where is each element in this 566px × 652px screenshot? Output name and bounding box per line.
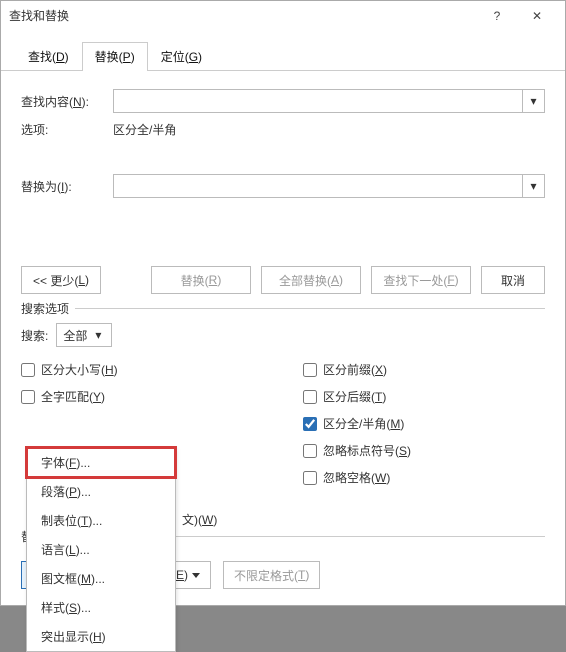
replace-label: 替换为(I): <box>21 178 113 195</box>
find-row: 查找内容(N): ▾ <box>21 89 545 113</box>
chk-ignore-punct[interactable]: 忽略标点符号(S) <box>303 442 545 459</box>
menu-item-tabs[interactable]: 制表位(T)... <box>27 506 175 535</box>
search-direction-select[interactable]: 全部 ▾ <box>56 323 112 347</box>
format-menu: 字体(F)... 段落(P)... 制表位(T)... 语言(L)... 图文框… <box>26 447 176 652</box>
options-label: 选项: <box>21 121 113 138</box>
less-button[interactable]: << 更少(L) <box>21 266 101 294</box>
no-format-button[interactable]: 不限定格式(T) <box>223 561 320 589</box>
chk-match-case[interactable]: 区分大小写(H) <box>21 361 283 378</box>
help-button[interactable]: ? <box>477 2 517 30</box>
menu-item-font[interactable]: 字体(F)... <box>27 448 175 477</box>
find-input[interactable] <box>113 89 523 113</box>
chevron-down-icon <box>192 573 200 578</box>
options-row: 选项: 区分全/半角 <box>21 121 545 138</box>
titlebar: 查找和替换 ? ✕ <box>1 1 565 31</box>
tab-goto[interactable]: 定位(G) <box>148 42 215 71</box>
chk-partial-label: 文)(W) <box>182 511 217 528</box>
content-panel: 查找内容(N): ▾ 选项: 区分全/半角 替换为(I): ▾ << 更少(L) <box>1 71 565 528</box>
replace-all-button[interactable]: 全部替换(A) <box>261 266 361 294</box>
chevron-down-icon: ▾ <box>95 328 101 342</box>
dialog-title: 查找和替换 <box>9 7 477 24</box>
tab-find[interactable]: 查找(D) <box>15 42 82 71</box>
chk-ignore-space[interactable]: 忽略空格(W) <box>303 469 545 486</box>
find-input-combo: ▾ <box>113 89 545 113</box>
cancel-button[interactable]: 取消 <box>481 266 545 294</box>
chk-full-half-width[interactable]: 区分全/半角(M) <box>303 415 545 432</box>
tab-replace[interactable]: 替换(P) <box>82 42 148 71</box>
find-next-button[interactable]: 查找下一处(F) <box>371 266 471 294</box>
find-dropdown-button[interactable]: ▾ <box>523 89 545 113</box>
chevron-down-icon: ▾ <box>530 179 536 193</box>
replace-button[interactable]: 替换(R) <box>151 266 251 294</box>
menu-item-style[interactable]: 样式(S)... <box>27 593 175 622</box>
find-label: 查找内容(N): <box>21 93 113 110</box>
options-value: 区分全/半角 <box>113 121 176 138</box>
tabbar: 查找(D) 替换(P) 定位(G) <box>1 31 565 71</box>
menu-item-language[interactable]: 语言(L)... <box>27 535 175 564</box>
menu-item-highlight[interactable]: 突出显示(H) <box>27 622 175 651</box>
replace-row: 替换为(I): ▾ <box>21 174 545 198</box>
search-direction-row: 搜索: 全部 ▾ <box>21 323 545 347</box>
replace-dropdown-button[interactable]: ▾ <box>523 174 545 198</box>
chk-match-prefix[interactable]: 区分前缀(X) <box>303 361 545 378</box>
search-direction-label: 搜索: <box>21 327 48 344</box>
chk-whole-word[interactable]: 全字匹配(Y) <box>21 388 283 405</box>
chevron-down-icon: ▾ <box>530 94 536 108</box>
search-direction-value: 全部 <box>63 327 87 344</box>
menu-item-paragraph[interactable]: 段落(P)... <box>27 477 175 506</box>
checkbox-col-right: 区分前缀(X) 区分后缀(T) 区分全/半角(M) 忽略标点符号(S) <box>283 361 545 486</box>
chk-match-suffix[interactable]: 区分后缀(T) <box>303 388 545 405</box>
replace-input-combo: ▾ <box>113 174 545 198</box>
close-button[interactable]: ✕ <box>517 2 557 30</box>
find-replace-dialog: 查找和替换 ? ✕ 查找(D) 替换(P) 定位(G) 查找内容(N): ▾ 选… <box>0 0 566 606</box>
replace-input[interactable] <box>113 174 523 198</box>
menu-item-frame[interactable]: 图文框(M)... <box>27 564 175 593</box>
search-options-legend: 搜索选项 <box>21 300 75 317</box>
action-buttons-row: << 更少(L) 替换(R) 全部替换(A) 查找下一处(F) 取消 <box>21 266 545 294</box>
